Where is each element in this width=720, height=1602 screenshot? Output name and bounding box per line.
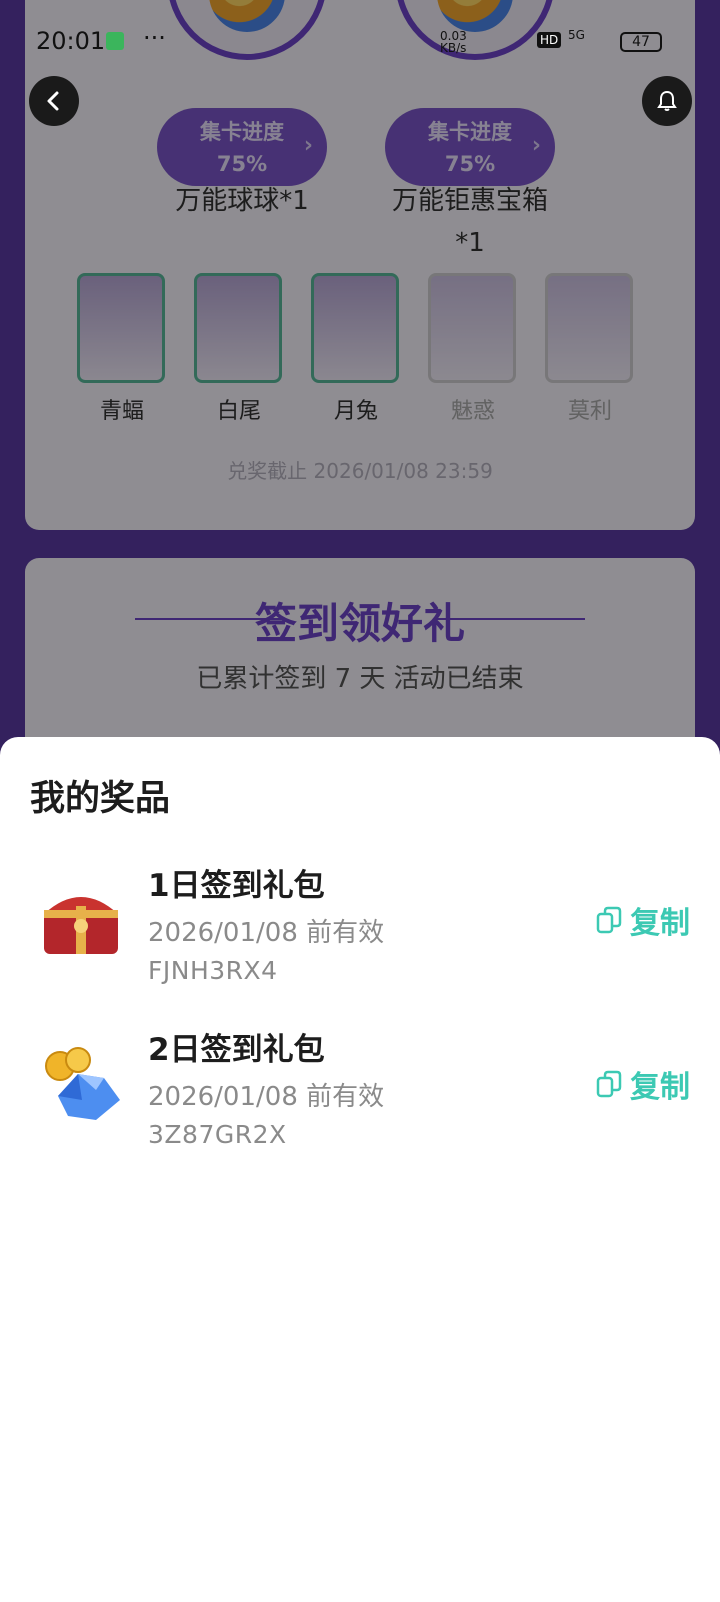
back-button[interactable] xyxy=(29,76,79,126)
call-icon xyxy=(106,32,124,50)
chevron-left-icon xyxy=(47,91,59,111)
prize-name: 2日签到礼包 xyxy=(148,1032,325,1068)
copy-icon xyxy=(596,906,622,934)
net-speed: 0.03 KB/s xyxy=(440,29,467,55)
copy-label: 复制 xyxy=(630,906,690,941)
prize-validity: 2026/01/08 前有效 xyxy=(148,918,385,948)
status-time: 20:01 xyxy=(36,27,106,55)
status-bar: 20:01 ··· 0.03 KB/s HD 5G 47 xyxy=(0,0,720,82)
treasure-chest-icon xyxy=(44,897,118,954)
my-prizes-sheet: 我的奖品 1日签到礼包 2026/01/08 前有效 FJNH3RX4 复制 2… xyxy=(0,737,720,1602)
notification-button[interactable] xyxy=(642,76,692,126)
copy-label: 复制 xyxy=(630,1070,690,1105)
prize-item: 1日签到礼包 2026/01/08 前有效 FJNH3RX4 复制 xyxy=(0,860,720,1000)
prize-item: 2日签到礼包 2026/01/08 前有效 3Z87GR2X 复制 xyxy=(0,1024,720,1164)
copy-code-button[interactable]: 复制 xyxy=(596,1062,690,1106)
bell-icon xyxy=(657,90,677,111)
prize-name: 1日签到礼包 xyxy=(148,868,325,904)
prize-code: FJNH3RX4 xyxy=(148,956,278,985)
coins-gems-icon xyxy=(45,1047,120,1120)
more-notifications-icon: ··· xyxy=(143,24,166,52)
sheet-title: 我的奖品 xyxy=(30,779,171,819)
prize-validity: 2026/01/08 前有效 xyxy=(148,1082,385,1112)
copy-code-button[interactable]: 复制 xyxy=(596,898,690,942)
battery-icon: 47 xyxy=(620,32,662,52)
copy-icon xyxy=(596,1070,622,1098)
hd-badge: HD xyxy=(537,32,562,48)
signal-icon: 5G xyxy=(568,28,585,42)
prize-code: 3Z87GR2X xyxy=(148,1120,287,1149)
